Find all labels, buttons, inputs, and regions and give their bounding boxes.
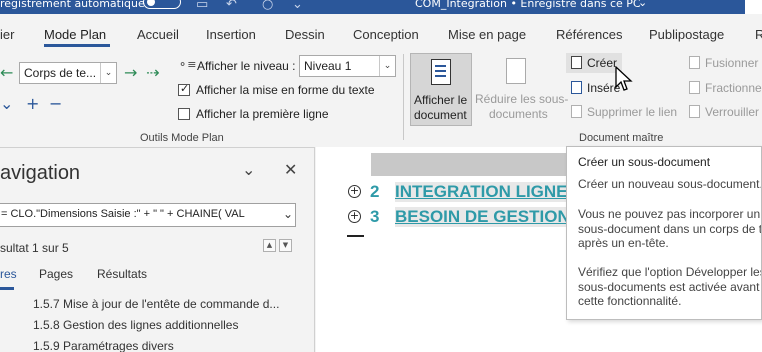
tab-headings[interactable]: res xyxy=(0,267,17,281)
tooltip-line: Créer un nouveau sous-document. xyxy=(578,177,762,191)
split-button[interactable]: Fractionne xyxy=(686,78,762,98)
account-button[interactable] xyxy=(745,0,762,14)
tooltip-title: Créer un sous-document xyxy=(578,155,711,169)
collapse-document-icon xyxy=(506,58,526,84)
tab-layout[interactable]: Mise en page xyxy=(448,27,526,42)
close-icon[interactable]: ✕ xyxy=(284,160,297,179)
tooltip-line: Vous ne pouvez pas incorporer un xyxy=(578,207,761,221)
list-item[interactable]: 1.5.7 Mise à jour de l'entête de command… xyxy=(33,297,279,311)
merge-icon xyxy=(689,56,700,69)
save-icon[interactable]: ▭ xyxy=(196,0,208,11)
show-formatting-checkbox[interactable] xyxy=(178,82,190,96)
mouse-cursor-icon xyxy=(615,66,633,91)
heading-number: 2 xyxy=(370,182,380,201)
collapse-icon[interactable]: ⌄ xyxy=(0,96,13,112)
active-tab-indicator xyxy=(44,44,110,47)
autosave-label: registrement automatique xyxy=(0,0,145,10)
outline-tools-group-label: Outils Mode Plan xyxy=(140,132,224,144)
document-icon xyxy=(431,59,451,85)
customize-toolbar-icon[interactable]: ⌄ xyxy=(292,0,303,11)
title-bar: registrement automatique ▭ ↶ ○ ⌄ COM_Int… xyxy=(0,0,762,14)
insert-button[interactable]: Insére xyxy=(566,78,622,98)
heading-number: 3 xyxy=(370,207,380,226)
show-document-button[interactable]: Afficher le document xyxy=(410,53,472,126)
heading-text[interactable]: BESOIN DE GESTION xyxy=(395,207,570,227)
lock-button[interactable]: Verrouiller xyxy=(686,102,762,122)
tooltip-line: Vérifiez que l'option Développer les xyxy=(578,265,762,279)
tab-review[interactable]: R xyxy=(755,27,762,42)
show-level-label: Afficher le niveau : xyxy=(197,59,296,73)
create-button[interactable]: Créer xyxy=(566,53,622,73)
active-nav-tab-indicator xyxy=(0,287,14,290)
first-line-label[interactable]: Afficher la première ligne xyxy=(196,107,329,121)
tab-pages[interactable]: Pages xyxy=(39,267,73,281)
outline-end-marker xyxy=(347,235,364,237)
promote-arrow-icon[interactable]: ← xyxy=(0,65,13,81)
unlink-icon xyxy=(571,105,582,118)
first-line-checkbox[interactable] xyxy=(178,108,190,120)
insert-subdocument-icon xyxy=(571,81,582,94)
tab-draw[interactable]: Dessin xyxy=(285,27,325,42)
show-formatting-label[interactable]: Afficher la mise en forme du texte xyxy=(196,83,375,97)
tab-file[interactable]: ier xyxy=(0,27,14,42)
group-separator xyxy=(403,54,404,140)
tooltip: Créer un sous-document Créer un nouveau … xyxy=(566,146,762,320)
master-document-group-label: Document maître xyxy=(579,132,664,144)
tooltip-line: sous-documents est activée avant d xyxy=(578,279,762,294)
subdocument-marker-bar xyxy=(371,153,571,176)
tab-references[interactable]: Références xyxy=(556,27,622,42)
show-level-combo[interactable]: Niveau 1 ⌄ xyxy=(299,55,396,77)
navigation-title: avigation xyxy=(0,162,81,184)
tab-home[interactable]: Accueil xyxy=(137,27,179,42)
demote-arrow-icon[interactable]: → xyxy=(124,65,137,81)
result-count: sultat 1 sur 5 xyxy=(0,241,69,255)
title-chevron-icon[interactable]: ⌄ xyxy=(638,0,647,8)
tab-results[interactable]: Résultats xyxy=(97,267,147,281)
create-subdocument-icon xyxy=(571,56,582,69)
expand-plus-icon[interactable]: + xyxy=(26,96,39,112)
tooltip-line: cette fonctionnalité. xyxy=(578,294,682,308)
expand-heading-icon[interactable]: + xyxy=(348,210,361,223)
redo-icon[interactable]: ○ xyxy=(262,0,273,11)
level-icon: ⚬≡ xyxy=(178,58,197,71)
next-result-button[interactable]: ▼ xyxy=(279,239,292,252)
tab-mailings[interactable]: Publipostage xyxy=(649,27,724,42)
lock-icon xyxy=(689,105,700,118)
chevron-down-icon[interactable]: ⌄ xyxy=(100,63,116,83)
remove-link-button[interactable]: Supprimer le lien xyxy=(566,102,686,122)
merge-button[interactable]: Fusionner xyxy=(686,53,762,73)
autosave-toggle[interactable] xyxy=(143,0,181,9)
outline-level-combo[interactable]: Corps de te... ⌄ xyxy=(19,62,117,84)
heading-text[interactable]: INTEGRATION LIGNE xyxy=(395,182,568,202)
demote-to-body-icon[interactable]: ⇢ xyxy=(146,65,159,81)
pane-options-chevron-icon[interactable]: ⌄ xyxy=(242,160,255,179)
collapse-minus-icon[interactable]: − xyxy=(49,96,62,112)
chevron-down-icon[interactable]: ⌄ xyxy=(379,56,395,76)
navigation-pane: avigation ⌄ ✕ = CLO."Dimensions Saisie :… xyxy=(0,147,315,352)
search-options-chevron-icon[interactable]: ⌄ xyxy=(283,207,293,221)
list-item[interactable]: 1.5.9 Paramétrages divers xyxy=(33,339,174,352)
ribbon-tabs: ier Mode Plan Accueil Insertion Dessin C… xyxy=(0,14,762,50)
tab-design[interactable]: Conception xyxy=(353,27,419,42)
tab-insert[interactable]: Insertion xyxy=(206,27,256,42)
document-title[interactable]: COM_Integration • Enregistré dans ce PC xyxy=(415,0,641,9)
undo-icon[interactable]: ↶ xyxy=(226,0,237,11)
collapse-subdocuments-button[interactable]: Réduire les sous- documents xyxy=(475,53,568,126)
tooltip-line: sous-document dans un corps de t xyxy=(578,221,762,236)
split-icon xyxy=(689,81,700,94)
ribbon: ← Corps de te... ⌄ → ⇢ ⌄ + − ⚬≡ Afficher… xyxy=(0,50,762,146)
list-item[interactable]: 1.5.8 Gestion des lignes additionnelles xyxy=(33,318,238,332)
expand-heading-icon[interactable]: + xyxy=(348,185,361,198)
tab-outline[interactable]: Mode Plan xyxy=(44,27,106,42)
tooltip-line: après un en-tête. xyxy=(578,236,669,250)
previous-result-button[interactable]: ▲ xyxy=(263,239,276,252)
search-input[interactable]: = CLO."Dimensions Saisie :" + " " + CHAI… xyxy=(0,203,296,227)
